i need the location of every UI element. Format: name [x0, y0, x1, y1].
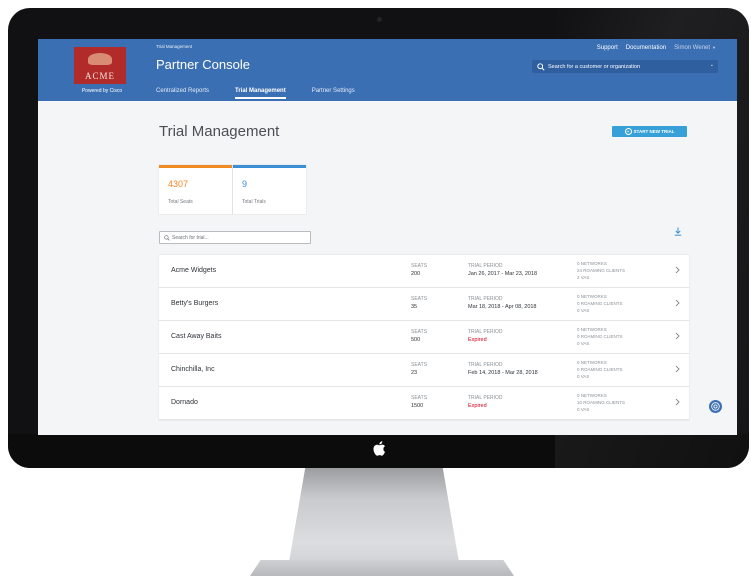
vas-count: 0 VAS [577, 308, 590, 313]
plus-circle-icon: + [624, 128, 632, 135]
trial-row[interactable]: Dornado SEATS 1500 TRIAL PERIOD Expired … [159, 387, 689, 420]
download-icon[interactable] [674, 227, 682, 236]
stat-value: 4307 [168, 179, 189, 189]
seats-value: 23 [411, 370, 418, 376]
support-link[interactable]: Support [597, 45, 618, 51]
logo-text: ACME [84, 71, 115, 81]
roaming-clients-count: 0 ROAMING CLIENTS [577, 301, 623, 306]
global-search-input[interactable] [545, 63, 708, 70]
monitor-stand [288, 468, 460, 568]
top-links: Support Documentation Simon Wenet ▼ [597, 45, 716, 51]
trial-period-value: Mar 18, 2018 - Apr 08, 2018 [468, 304, 537, 310]
trial-name: Dornado [171, 399, 198, 406]
trial-list: Acme Widgets SEATS 200 TRIAL PERIOD Jan … [159, 255, 689, 420]
networks-count: 0 NETWORKS [577, 393, 607, 398]
start-new-trial-button[interactable]: + START NEW TRIAL [612, 126, 687, 137]
stat-card-accent [233, 165, 306, 168]
main-nav: Centralized Reports Trial Management Par… [156, 88, 355, 99]
caret-down-icon: ▼ [712, 45, 716, 50]
roaming-clients-count: 0 ROAMING CLIENTS [577, 367, 623, 372]
seats-value: 200 [411, 271, 421, 277]
trial-period-value: Expired [468, 337, 487, 343]
roaming-clients-count: 0 ROAMING CLIENTS [577, 334, 623, 339]
networks-count: 0 NETWORKS [577, 327, 607, 332]
chevron-right-icon[interactable] [675, 398, 680, 406]
trial-usage: 0 NETWORKS 24 ROAMING CLIENTS 2 VAS [577, 260, 625, 281]
vas-count: 0 VAS [577, 341, 590, 346]
networks-count: 0 NETWORKS [577, 261, 607, 266]
breadcrumb: Trial Management [156, 44, 193, 49]
trial-period-value: Feb 14, 2018 - Mar 28, 2018 [468, 370, 538, 376]
help-glyph-icon [711, 402, 720, 411]
vas-count: 0 VAS [577, 374, 590, 379]
vas-count: 2 VAS [577, 275, 590, 280]
trial-search-input[interactable] [170, 234, 302, 241]
trial-period-value: Expired [468, 403, 487, 409]
tab-partner-settings[interactable]: Partner Settings [312, 88, 355, 99]
trial-usage: 0 NETWORKS 0 ROAMING CLIENTS 0 VAS [577, 359, 623, 380]
networks-count: 0 NETWORKS [577, 294, 607, 299]
camera-icon [377, 17, 382, 22]
trial-name: Acme Widgets [171, 267, 217, 274]
chevron-right-icon[interactable] [675, 332, 680, 340]
networks-count: 0 NETWORKS [577, 360, 607, 365]
seats-label: SEATS [411, 362, 428, 368]
roaming-clients-count: 24 ROAMING CLIENTS [577, 268, 626, 273]
seats-value: 500 [411, 337, 421, 343]
tab-centralized-reports[interactable]: Centralized Reports [156, 88, 209, 99]
user-name: Simon Wenet [674, 45, 711, 51]
seats-label: SEATS [411, 395, 428, 401]
vas-count: 0 VAS [577, 407, 590, 412]
acme-logo[interactable]: ACME [74, 47, 126, 84]
stat-card-accent [159, 165, 232, 168]
trial-row[interactable]: Acme Widgets SEATS 200 TRIAL PERIOD Jan … [159, 255, 689, 288]
monitor-stand-base [250, 560, 514, 576]
seats-label: SEATS [411, 263, 428, 269]
page-title: Trial Management [159, 123, 280, 140]
stat-card-total-trials: 9 Total Trials [233, 165, 306, 214]
seats-value: 35 [411, 304, 418, 310]
trial-name: Chinchilla, Inc [171, 366, 215, 373]
chevron-down-icon[interactable]: ⌄ [710, 62, 714, 68]
stat-label: Total Seats [168, 199, 193, 205]
logo-emblem-icon [88, 53, 112, 65]
trial-name: Cast Away Baits [171, 333, 222, 340]
trial-period-label: TRIAL PERIOD [468, 362, 503, 368]
trial-search[interactable] [159, 231, 311, 244]
roaming-clients-count: 10 ROAMING CLIENTS [577, 400, 626, 405]
seats-label: SEATS [411, 296, 428, 302]
chevron-right-icon[interactable] [675, 299, 680, 307]
documentation-link[interactable]: Documentation [626, 45, 666, 51]
chevron-right-icon[interactable] [675, 266, 680, 274]
stat-label: Total Trials [242, 199, 266, 205]
trial-period-label: TRIAL PERIOD [468, 395, 503, 401]
seats-value: 1500 [411, 403, 424, 409]
trial-usage: 0 NETWORKS 10 ROAMING CLIENTS 0 VAS [577, 392, 625, 413]
start-new-trial-label: START NEW TRIAL [633, 129, 675, 134]
top-header: ACME Powered by Cisco Trial Management P… [38, 39, 737, 101]
trial-usage: 0 NETWORKS 0 ROAMING CLIENTS 0 VAS [577, 293, 623, 314]
app-title: Partner Console [156, 57, 250, 72]
trial-name: Betty's Burgers [171, 300, 219, 307]
powered-by-label: Powered by Cisco [81, 88, 123, 94]
trial-period-label: TRIAL PERIOD [468, 263, 503, 269]
chevron-right-icon[interactable] [675, 365, 680, 373]
trial-period-label: TRIAL PERIOD [468, 296, 503, 302]
help-icon[interactable] [709, 400, 722, 413]
global-search[interactable]: ⌄ [532, 60, 718, 73]
trial-period-value: Jan 26, 2017 - Mar 23, 2018 [468, 271, 538, 277]
tab-trial-management[interactable]: Trial Management [235, 88, 286, 99]
trial-row[interactable]: Cast Away Baits SEATS 500 TRIAL PERIOD E… [159, 321, 689, 354]
stat-card-total-seats: 4307 Total Seats [159, 165, 232, 214]
user-menu[interactable]: Simon Wenet ▼ [674, 45, 716, 51]
trial-row[interactable]: Betty's Burgers SEATS 35 TRIAL PERIOD Ma… [159, 288, 689, 321]
trial-period-label: TRIAL PERIOD [468, 329, 503, 335]
apple-logo-icon [373, 441, 385, 456]
search-icon [537, 62, 545, 71]
trial-usage: 0 NETWORKS 0 ROAMING CLIENTS 0 VAS [577, 326, 623, 347]
stat-value: 9 [242, 179, 248, 189]
trial-row[interactable]: Chinchilla, Inc SEATS 23 TRIAL PERIOD Fe… [159, 354, 689, 387]
screen: ACME Powered by Cisco Trial Management P… [38, 39, 737, 435]
seats-label: SEATS [411, 329, 428, 335]
